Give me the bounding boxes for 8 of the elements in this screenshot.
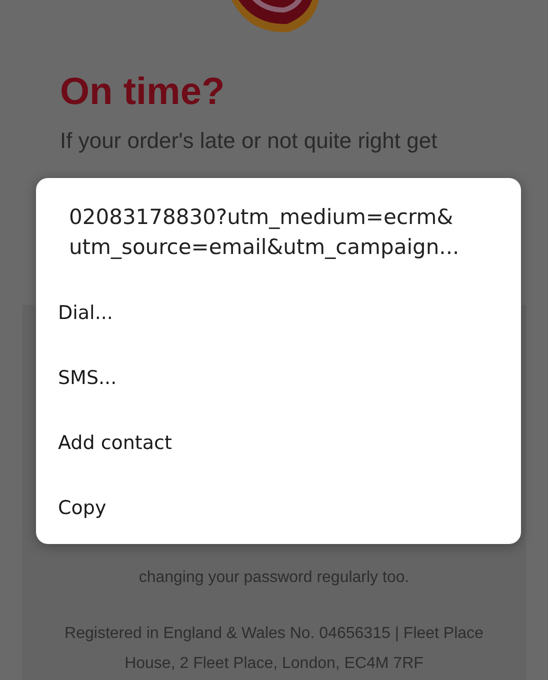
heading: On time? (60, 70, 226, 114)
menu-item[interactable]: Copy (36, 475, 521, 540)
menu-item[interactable]: Dial... (36, 280, 521, 345)
dialog-title-line: utm_source=email&utm_campaign... (69, 234, 460, 261)
menu-item[interactable]: SMS... (36, 345, 521, 410)
dialog-title-line: 02083178830?utm_medium=ecrm& (69, 204, 454, 231)
menu-item[interactable]: Add contact (36, 410, 521, 475)
paragraph-line: If your order's late or not quite right get (60, 127, 438, 155)
